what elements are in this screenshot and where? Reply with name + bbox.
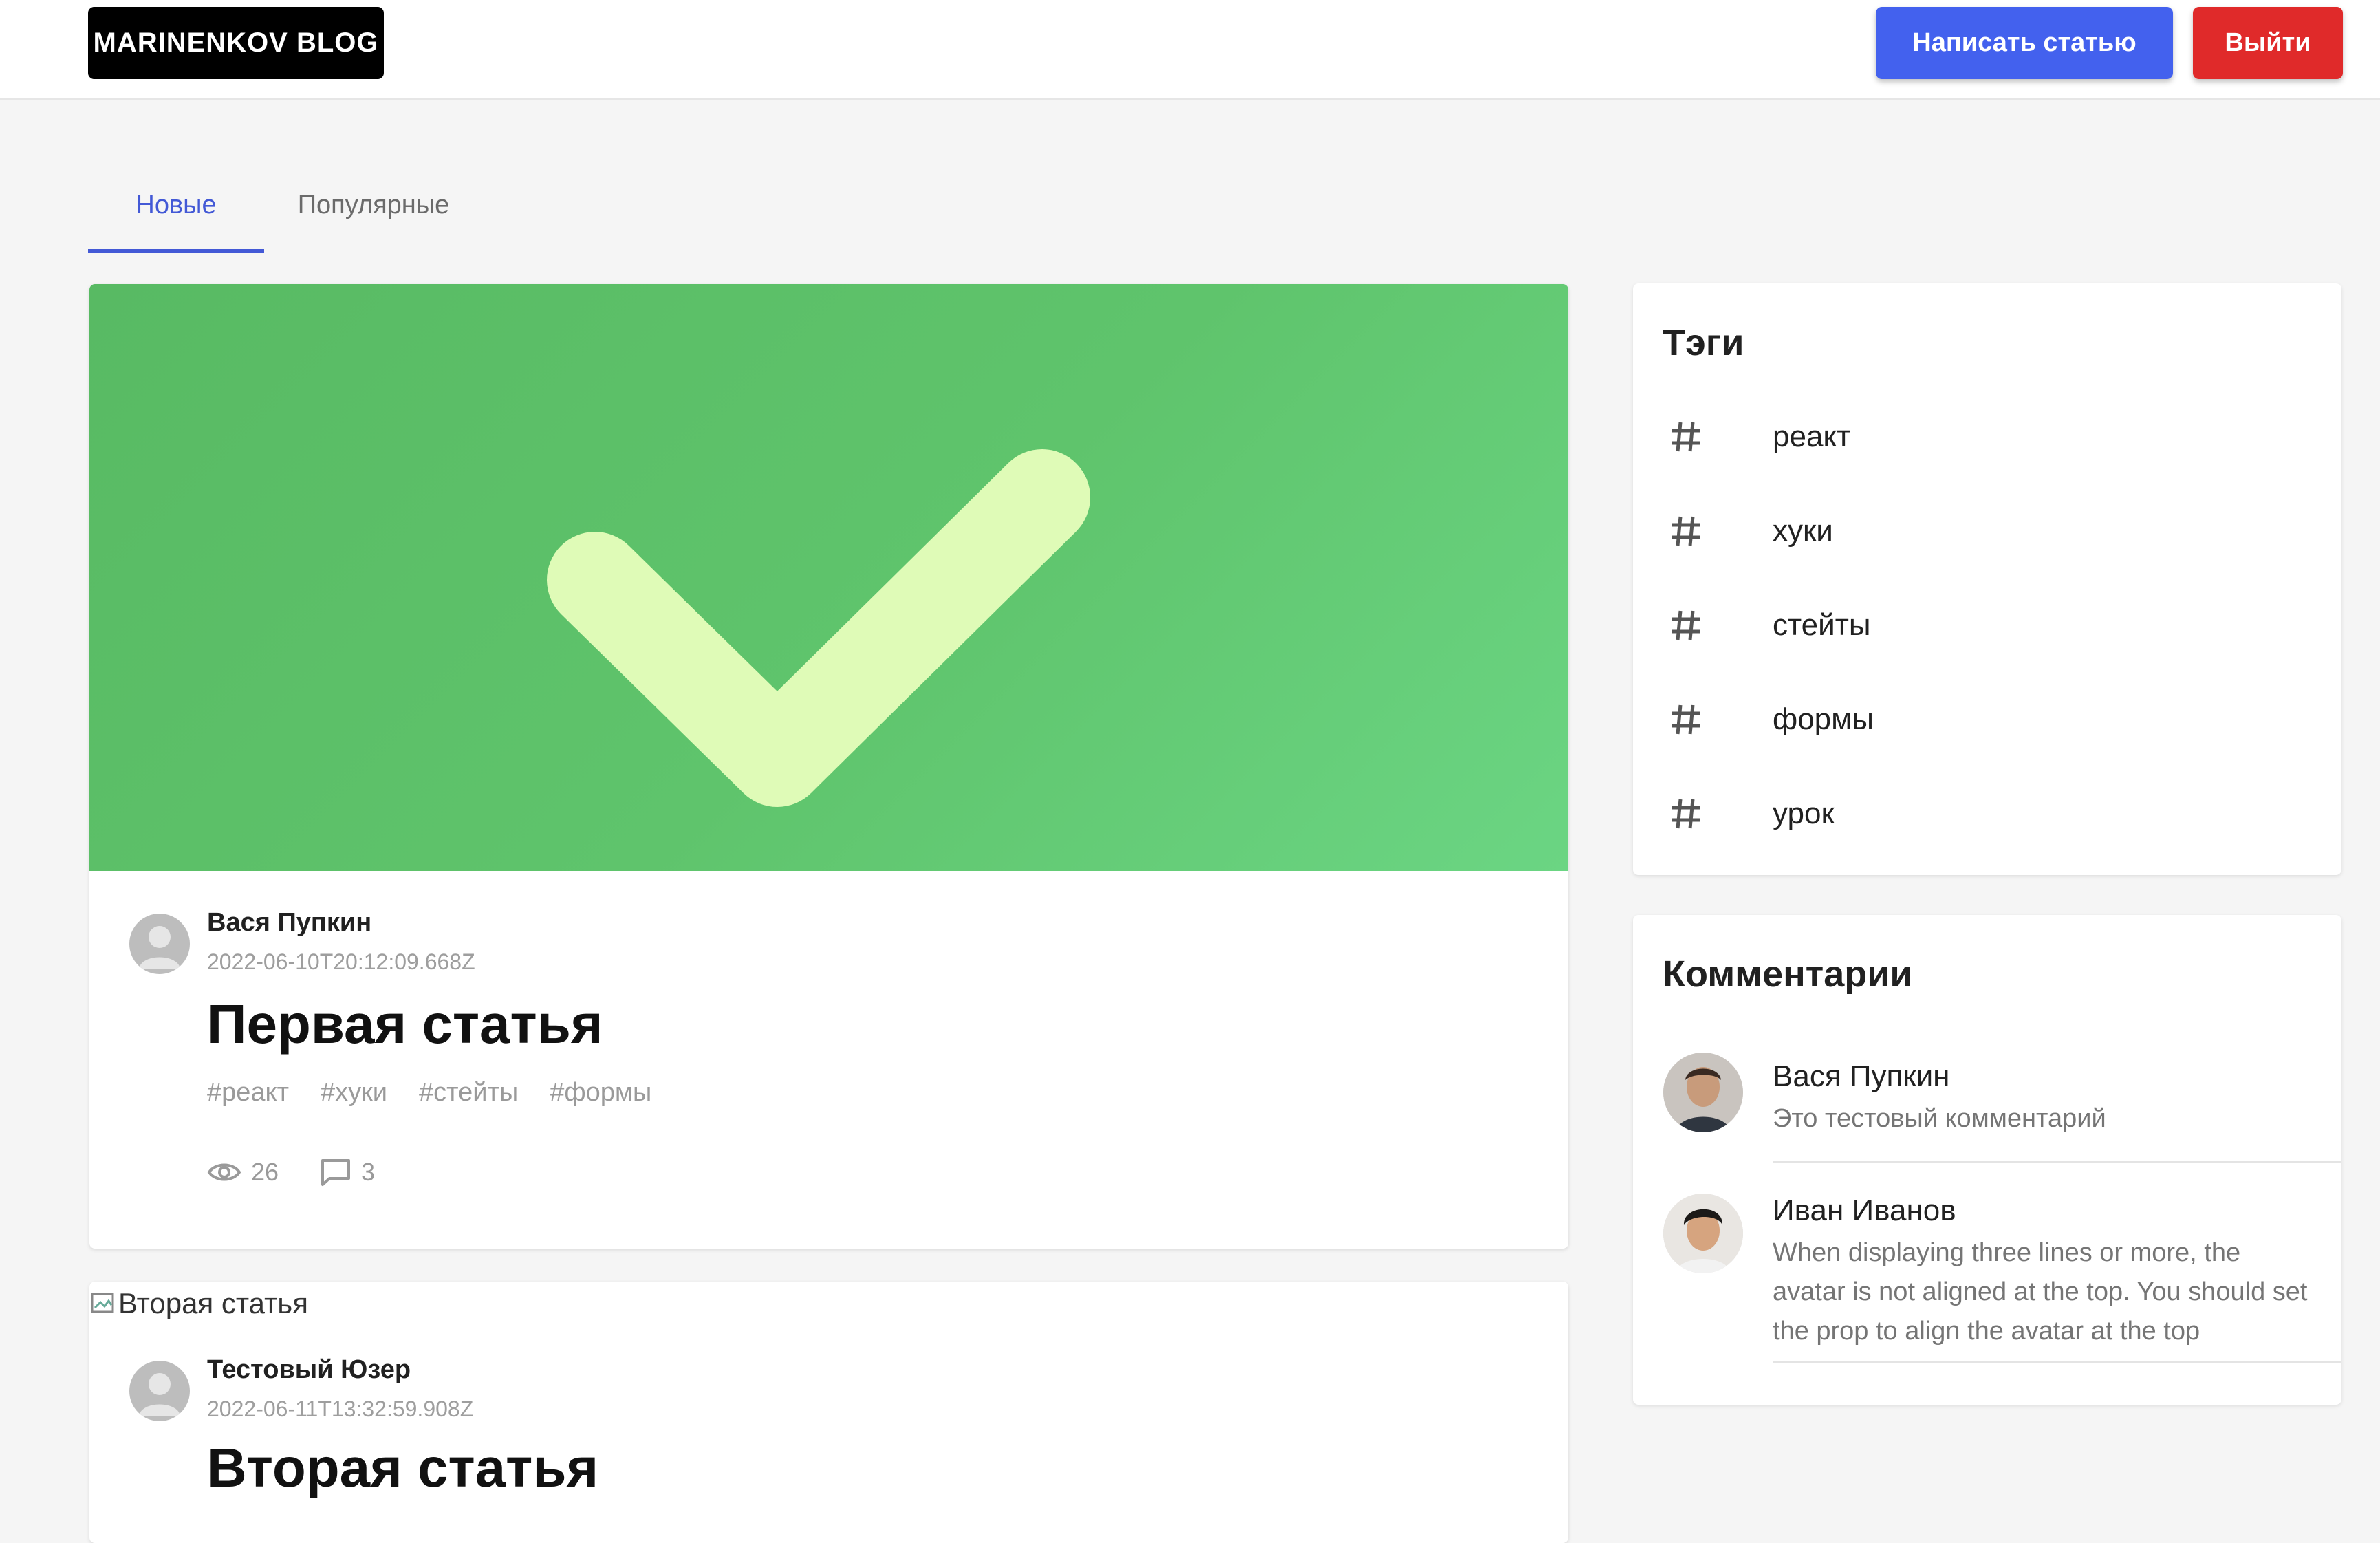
post-title[interactable]: Вторая статья [207,1436,598,1500]
hashtag-icon [1672,516,1700,546]
tag-item[interactable]: реакт [1633,390,2341,484]
hashtag-icon [1672,704,1700,735]
image-alt-text: Вторая статья [118,1287,308,1319]
post-tags: #реакт #хуки #стейты #формы [207,1078,651,1108]
broken-image-icon [91,1293,114,1313]
post-cover-image[interactable] [89,284,1568,871]
tab-popular[interactable]: Популярные [274,158,473,252]
tag-item[interactable]: урок [1633,767,2341,861]
comment-item[interactable]: Вася Пупкин Это тестовый комментарий [1633,1053,2341,1190]
checkmark-icon [547,449,1090,807]
commenter-avatar[interactable] [1663,1053,1743,1132]
tags-title: Тэги [1663,322,1744,363]
author-avatar[interactable] [129,1361,190,1421]
blog-logo[interactable]: MARINENKOV BLOG [88,7,384,79]
comment-icon [321,1159,351,1186]
tag-item[interactable]: формы [1633,673,2341,766]
tag-label: реакт [1773,420,1851,453]
user-silhouette-icon [139,1373,180,1416]
comment-item[interactable]: Иван Иванов When displaying three lines … [1633,1194,2341,1400]
post-title[interactable]: Первая статья [207,993,603,1056]
logout-button[interactable]: Выйти [2193,7,2343,79]
tag-label: формы [1773,702,1874,736]
post-date: 2022-06-10T20:12:09.668Z [207,949,475,974]
post-date: 2022-06-11T13:32:59.908Z [207,1396,474,1421]
post-author[interactable]: Вася Пупкин [207,908,371,938]
post-card: Вася Пупкин 2022-06-10T20:12:09.668Z Пер… [89,284,1568,1249]
post-tag[interactable]: #реакт [207,1078,289,1108]
hashtag-icon [1672,422,1700,452]
tag-item[interactable]: стейты [1633,579,2341,672]
active-tab-indicator [88,249,264,253]
post-stats: 26 3 [207,1158,416,1187]
comment-text: When displaying three lines or more, the… [1773,1238,2308,1346]
write-article-button[interactable]: Написать статью [1876,7,2173,79]
app-header: MARINENKOV BLOG Написать статью Выйти [0,0,2380,100]
hashtag-icon [1672,799,1700,829]
eye-icon [207,1163,241,1181]
post-card: Вторая статья Тестовый Юзер 2022-06-11T1… [89,1282,1568,1543]
author-avatar[interactable] [129,914,190,974]
comments-count: 3 [361,1158,376,1186]
feed-tabs: Новые Популярные [88,158,501,255]
post-tag[interactable]: #хуки [321,1078,387,1108]
comments-panel: Комментарии Вася Пупкин Это тестовый ком… [1633,915,2341,1405]
tag-label: урок [1773,797,1835,830]
user-photo-icon [1663,1053,1743,1132]
tag-label: стейты [1773,608,1871,642]
post-cover-image[interactable]: Вторая статья [89,1287,308,1320]
comments-stat: 3 [320,1158,375,1187]
tag-item[interactable]: хуки [1633,484,2341,578]
tab-new[interactable]: Новые [88,158,264,252]
views-stat: 26 [207,1158,279,1187]
user-silhouette-icon [139,926,180,969]
post-tag[interactable]: #формы [550,1078,651,1108]
tags-panel: Тэги реакт хуки стейты формы урок [1633,283,2341,875]
commenter-name: Вася Пупкин [1773,1059,1950,1093]
commenter-name: Иван Иванов [1773,1194,1956,1227]
comment-divider [1773,1361,2341,1363]
comment-text: Это тестовый комментарий [1773,1104,2106,1133]
comments-title: Комментарии [1663,953,1913,995]
hashtag-icon [1672,610,1700,640]
post-author[interactable]: Тестовый Юзер [207,1355,411,1385]
tag-label: хуки [1773,514,1833,548]
comment-divider [1773,1161,2341,1163]
commenter-avatar[interactable] [1663,1194,1743,1273]
views-count: 26 [251,1158,279,1186]
user-photo-icon [1663,1194,1743,1273]
post-tag[interactable]: #стейты [419,1078,518,1108]
